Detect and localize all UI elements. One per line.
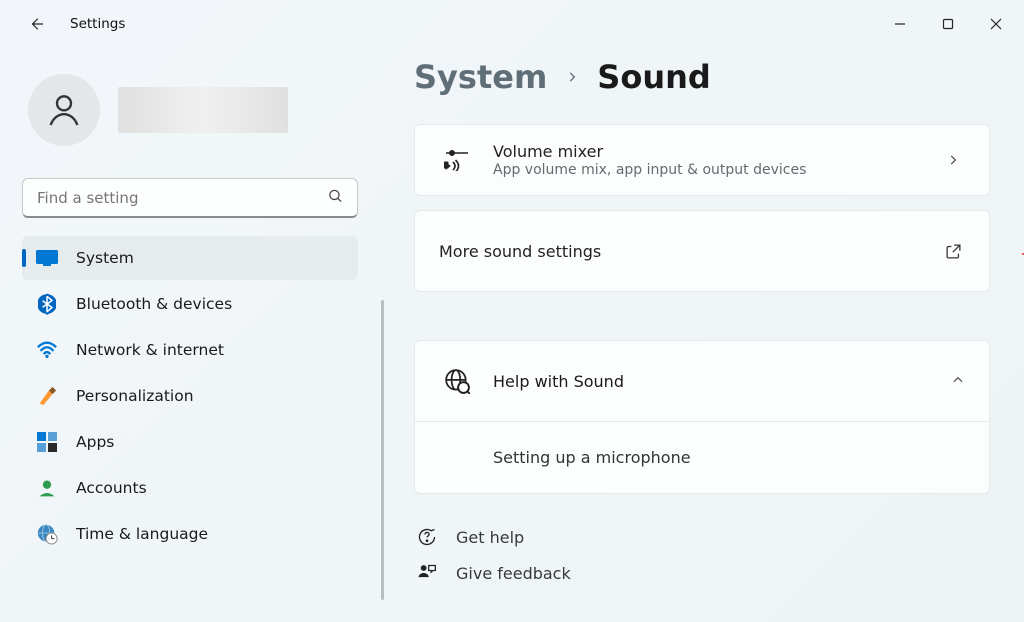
- link-get-help[interactable]: Get help: [416, 526, 990, 548]
- nav-item-accounts[interactable]: Accounts: [22, 466, 358, 510]
- back-button[interactable]: [28, 15, 46, 33]
- search-icon: [327, 188, 344, 209]
- nav-item-system[interactable]: System: [22, 236, 358, 280]
- sidebar-scrollbar[interactable]: [381, 300, 384, 600]
- help-header[interactable]: Help with Sound: [415, 341, 989, 421]
- card-volume-mixer[interactable]: Volume mixer App volume mix, app input &…: [414, 124, 990, 196]
- help-title: Help with Sound: [493, 372, 951, 391]
- feedback-icon: [416, 562, 438, 584]
- footer-links: Get help Give feedback: [414, 526, 990, 584]
- card-help-with-sound: Help with Sound Setting up a microphone: [414, 340, 990, 494]
- footer-link-label: Get help: [456, 528, 524, 547]
- apps-icon: [36, 431, 58, 453]
- card-subtitle: App volume mix, app input & output devic…: [493, 162, 941, 178]
- footer-link-label: Give feedback: [456, 564, 571, 583]
- breadcrumb-current: Sound: [597, 58, 711, 96]
- nav-label: Apps: [76, 433, 114, 451]
- open-external-icon: [941, 243, 965, 260]
- nav-label: Personalization: [76, 387, 194, 405]
- sidebar: System Bluetooth & devices Network & int…: [0, 48, 380, 622]
- nav-label: Time & language: [76, 525, 208, 543]
- card-title: Volume mixer: [493, 142, 941, 161]
- window-title: Settings: [70, 16, 125, 32]
- card-more-sound-settings[interactable]: More sound settings: [414, 210, 990, 292]
- titlebar: Settings: [0, 0, 1024, 48]
- avatar: [28, 74, 100, 146]
- brush-icon: [36, 385, 58, 407]
- search-container: [22, 178, 358, 218]
- breadcrumb-parent[interactable]: System: [414, 58, 547, 96]
- bluetooth-icon: [36, 293, 58, 315]
- breadcrumb: System Sound: [414, 58, 990, 96]
- wifi-icon: [36, 339, 58, 361]
- content-area: System Sound Volume mixer App volume mix…: [380, 48, 1024, 622]
- nav-item-personalization[interactable]: Personalization: [22, 374, 358, 418]
- search-input[interactable]: [22, 178, 358, 218]
- chevron-right-icon: [565, 65, 579, 90]
- profile-block[interactable]: [28, 74, 368, 146]
- maximize-button[interactable]: [924, 6, 972, 42]
- chevron-right-icon: [941, 153, 965, 167]
- card-title: More sound settings: [439, 242, 941, 261]
- nav-list: System Bluetooth & devices Network & int…: [22, 236, 368, 556]
- chevron-up-icon: [951, 372, 965, 391]
- accounts-icon: [36, 477, 58, 499]
- system-icon: [36, 247, 58, 269]
- minimize-button[interactable]: [876, 6, 924, 42]
- nav-item-bluetooth[interactable]: Bluetooth & devices: [22, 282, 358, 326]
- nav-item-time-language[interactable]: Time & language: [22, 512, 358, 556]
- nav-label: Bluetooth & devices: [76, 295, 232, 313]
- help-globe-icon: [439, 368, 475, 394]
- nav-item-apps[interactable]: Apps: [22, 420, 358, 464]
- globe-clock-icon: [36, 523, 58, 545]
- nav-label: System: [76, 249, 134, 267]
- help-icon: [416, 526, 438, 548]
- profile-name-redacted: [118, 87, 288, 133]
- help-item-mic-setup[interactable]: Setting up a microphone: [415, 421, 989, 493]
- link-give-feedback[interactable]: Give feedback: [416, 562, 990, 584]
- mixer-icon: [439, 149, 475, 171]
- close-button[interactable]: [972, 6, 1020, 42]
- nav-label: Network & internet: [76, 341, 224, 359]
- nav-label: Accounts: [76, 479, 147, 497]
- help-item-label: Setting up a microphone: [493, 448, 691, 467]
- nav-item-network[interactable]: Network & internet: [22, 328, 358, 372]
